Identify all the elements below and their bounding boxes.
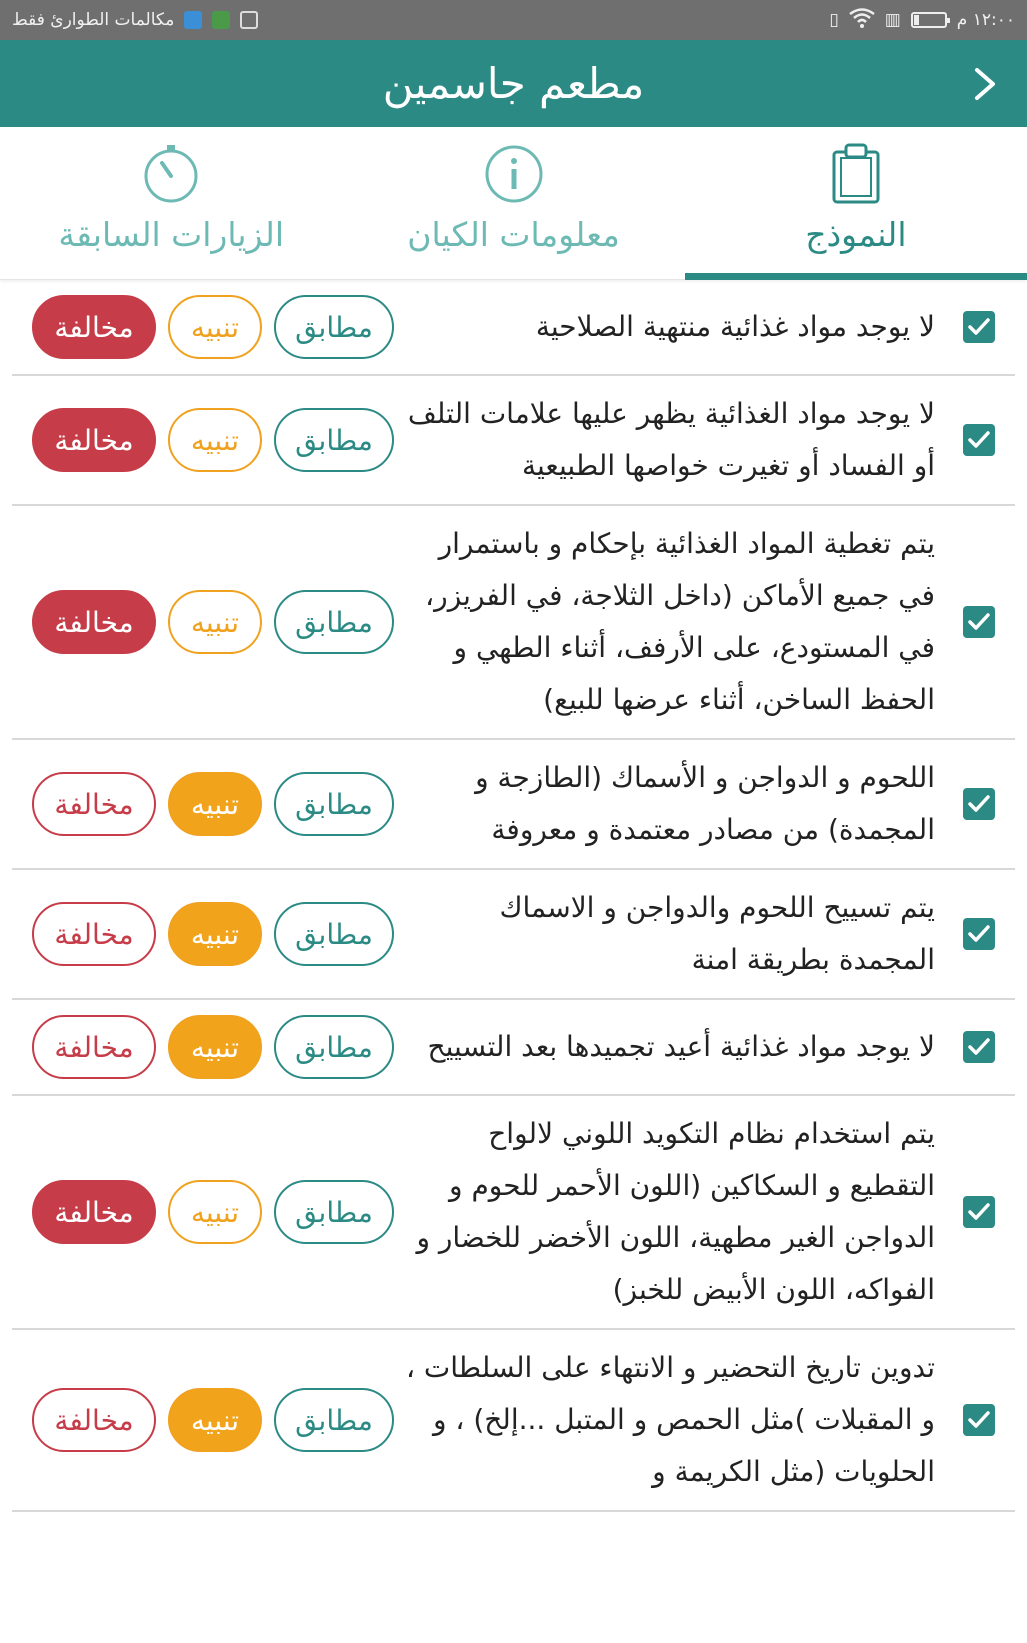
warn-button[interactable]: تنبيه — [168, 772, 262, 836]
item-text: اللحوم و الدواجن و الأسماك (الطازجة و ال… — [475, 761, 935, 846]
tab-1[interactable]: معلومات الكيان — [342, 127, 684, 279]
list-item: لا يوجد مواد غذائية أعيد تجميدها بعد الت… — [12, 1000, 1015, 1096]
violation-button[interactable]: مخالفة — [32, 1015, 156, 1079]
list-item: لا يوجد مواد غذائية منتهية الصلاحية مطابق… — [12, 280, 1015, 376]
warn-button[interactable]: تنبيه — [168, 1388, 262, 1452]
checkbox[interactable] — [963, 918, 995, 950]
vibrate-icon: ▯ — [829, 10, 839, 30]
clipboard-icon — [823, 141, 889, 207]
checkbox[interactable] — [963, 1404, 995, 1436]
tab-0[interactable]: النموذج — [684, 127, 1027, 280]
list-item: لا يوجد مواد الغذائية يظهر عليها علامات … — [12, 376, 1015, 506]
status-right: ▯ ▥ ١٢:٠٠ م — [829, 7, 1015, 33]
location-icon — [184, 11, 203, 29]
battery-level — [913, 15, 919, 25]
check-icon — [968, 431, 990, 448]
tab-label: معلومات الكيان — [407, 215, 620, 254]
checklist: لا يوجد مواد غذائية منتهية الصلاحية مطابق… — [0, 280, 1027, 1512]
choice-buttons: مطابق تنبيه مخالفة — [12, 1180, 394, 1244]
choice-buttons: مطابق تنبيه مخالفة — [12, 295, 394, 359]
item-text: يتم تغطية المواد الغذائية بإحكام و باستم… — [425, 527, 935, 716]
item-text: تدوين تاريخ التحضير و الانتهاء على السلط… — [405, 1351, 935, 1488]
checkbox[interactable] — [963, 424, 995, 456]
warn-button[interactable]: تنبيه — [168, 1015, 262, 1079]
warn-button[interactable]: تنبيه — [168, 590, 262, 654]
match-button[interactable]: مطابق — [274, 1180, 394, 1244]
choice-buttons: مطابق تنبيه مخالفة — [12, 1388, 394, 1452]
match-button[interactable]: مطابق — [274, 1388, 394, 1452]
match-button[interactable]: مطابق — [274, 902, 394, 966]
violation-button[interactable]: مخالفة — [32, 408, 156, 472]
tab-bar: النموذج معلومات الكيان الزيارات السابقة — [0, 127, 1027, 280]
info-icon — [481, 141, 547, 207]
sim-icon: ▥ — [884, 10, 901, 30]
item-text: لا يوجد مواد الغذائية يظهر عليها علامات … — [407, 397, 935, 482]
list-item: تدوين تاريخ التحضير و الانتهاء على السلط… — [12, 1330, 1015, 1512]
match-button[interactable]: مطابق — [274, 408, 394, 472]
list-item: يتم استخدام نظام التكويد اللوني لالواح ا… — [12, 1096, 1015, 1330]
checkbox[interactable] — [963, 606, 995, 638]
list-item: اللحوم و الدواجن و الأسماك (الطازجة و ال… — [12, 740, 1015, 870]
clock-text: ١٢:٠٠ م — [956, 10, 1015, 30]
violation-button[interactable]: مخالفة — [32, 772, 156, 836]
warn-button[interactable]: تنبيه — [168, 902, 262, 966]
checkbox[interactable] — [963, 788, 995, 820]
chevron-right-icon[interactable] — [965, 62, 1005, 106]
item-text: لا يوجد مواد غذائية منتهية الصلاحية — [535, 310, 935, 343]
carrier-text: مكالمات الطوارئ فقط — [12, 10, 175, 30]
checkbox[interactable] — [963, 311, 995, 343]
image-icon — [240, 11, 259, 29]
check-icon — [968, 1411, 990, 1428]
tab-label: الزيارات السابقة — [58, 215, 284, 254]
choice-buttons: مطابق تنبيه مخالفة — [12, 772, 394, 836]
page-title: مطعم جاسمين — [382, 59, 645, 108]
item-text: يتم استخدام نظام التكويد اللوني لالواح ا… — [416, 1117, 935, 1306]
item-text: يتم تسييح اللحوم والدواجن و الاسماك المج… — [499, 891, 935, 976]
stopwatch-icon — [138, 141, 204, 207]
violation-button[interactable]: مخالفة — [32, 295, 156, 359]
check-icon — [968, 1038, 990, 1055]
check-icon — [968, 925, 990, 942]
check-icon — [968, 1203, 990, 1220]
app-bar: مطعم جاسمين — [0, 40, 1027, 127]
choice-buttons: مطابق تنبيه مخالفة — [12, 590, 394, 654]
tab-2[interactable]: الزيارات السابقة — [0, 127, 342, 279]
choice-buttons: مطابق تنبيه مخالفة — [12, 902, 394, 966]
status-left: مكالمات الطوارئ فقط — [12, 10, 259, 30]
violation-button[interactable]: مخالفة — [32, 902, 156, 966]
match-button[interactable]: مطابق — [274, 1015, 394, 1079]
warn-button[interactable]: تنبيه — [168, 295, 262, 359]
match-button[interactable]: مطابق — [274, 772, 394, 836]
item-text: لا يوجد مواد غذائية أعيد تجميدها بعد الت… — [427, 1030, 935, 1063]
check-icon — [968, 613, 990, 630]
checkbox[interactable] — [963, 1031, 995, 1063]
wifi-icon — [848, 7, 875, 33]
choice-buttons: مطابق تنبيه مخالفة — [12, 408, 394, 472]
choice-buttons: مطابق تنبيه مخالفة — [12, 1015, 394, 1079]
warn-button[interactable]: تنبيه — [168, 408, 262, 472]
list-item: يتم تسييح اللحوم والدواجن و الاسماك المج… — [12, 870, 1015, 1000]
check-icon — [968, 318, 990, 335]
violation-button[interactable]: مخالفة — [32, 1180, 156, 1244]
tab-label: النموذج — [805, 215, 907, 254]
battery-icon — [910, 12, 950, 28]
match-button[interactable]: مطابق — [274, 590, 394, 654]
status-bar: مكالمات الطوارئ فقط ▯ ▥ ١٢:٠٠ م — [0, 0, 1027, 40]
list-item: يتم تغطية المواد الغذائية بإحكام و باستم… — [12, 506, 1015, 740]
violation-button[interactable]: مخالفة — [32, 590, 156, 654]
check-icon — [968, 795, 990, 812]
violation-button[interactable]: مخالفة — [32, 1388, 156, 1452]
app-notification-icon — [212, 11, 231, 29]
warn-button[interactable]: تنبيه — [168, 1180, 262, 1244]
match-button[interactable]: مطابق — [274, 295, 394, 359]
checkbox[interactable] — [963, 1196, 995, 1228]
